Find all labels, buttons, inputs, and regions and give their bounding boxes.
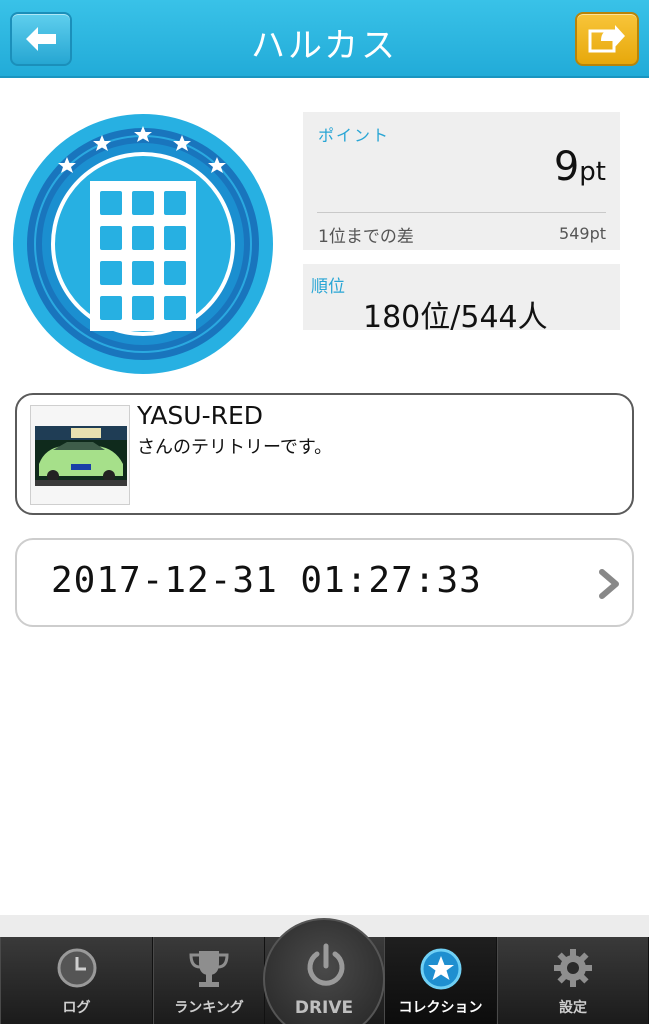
points-label: ポイント xyxy=(318,126,391,145)
points-unit: pt xyxy=(579,157,606,187)
diff-to-first-value: 549pt xyxy=(559,224,606,243)
header-bar: ハルカス xyxy=(0,0,649,78)
share-button[interactable] xyxy=(575,12,639,66)
visit-datetime: 2017-12-31 01:27:33 xyxy=(51,560,482,601)
star-circle-icon xyxy=(420,948,461,990)
tab-collection[interactable]: コレクション xyxy=(384,937,497,1024)
rank-label: 順位 xyxy=(311,277,345,297)
tab-log-label: ログ xyxy=(62,1000,91,1016)
chevron-right-icon xyxy=(599,569,619,599)
share-arrow-icon xyxy=(588,25,625,53)
territory-owner-card[interactable]: YASU-RED さんのテリトリーです。 xyxy=(15,393,634,515)
clock-icon xyxy=(57,948,96,988)
owner-car-photo xyxy=(30,405,130,505)
rank-panel: 順位 180位/544人 xyxy=(303,264,620,335)
tab-ranking-label: ランキング xyxy=(174,1000,244,1016)
diff-to-first-label: 1位までの差 xyxy=(318,227,414,247)
tab-settings-label: 設定 xyxy=(559,1000,587,1016)
tab-settings[interactable]: 設定 xyxy=(497,937,649,1024)
trophy-icon xyxy=(189,951,229,987)
territory-message: さんのテリトリーです。 xyxy=(137,437,333,458)
tab-collection-label: コレクション xyxy=(398,1000,483,1016)
rank-value: 180位/544人 xyxy=(363,300,548,335)
power-icon xyxy=(307,943,345,986)
gear-icon xyxy=(554,949,592,987)
points-value: 9pt xyxy=(554,144,606,190)
tab-log[interactable]: ログ xyxy=(0,937,153,1024)
tab-ranking[interactable]: ランキング xyxy=(153,937,265,1024)
building-badge-icon xyxy=(13,114,273,374)
page-title: ハルカス xyxy=(251,26,398,66)
owner-name: YASU-RED xyxy=(137,401,264,430)
divider xyxy=(317,212,606,213)
visit-history-row[interactable]: 2017-12-31 01:27:33 xyxy=(15,538,634,627)
drive-label: DRIVE xyxy=(294,998,354,1018)
points-number: 9 xyxy=(553,144,580,190)
points-panel: ポイント 9pt 1位までの差 549pt xyxy=(303,112,620,250)
